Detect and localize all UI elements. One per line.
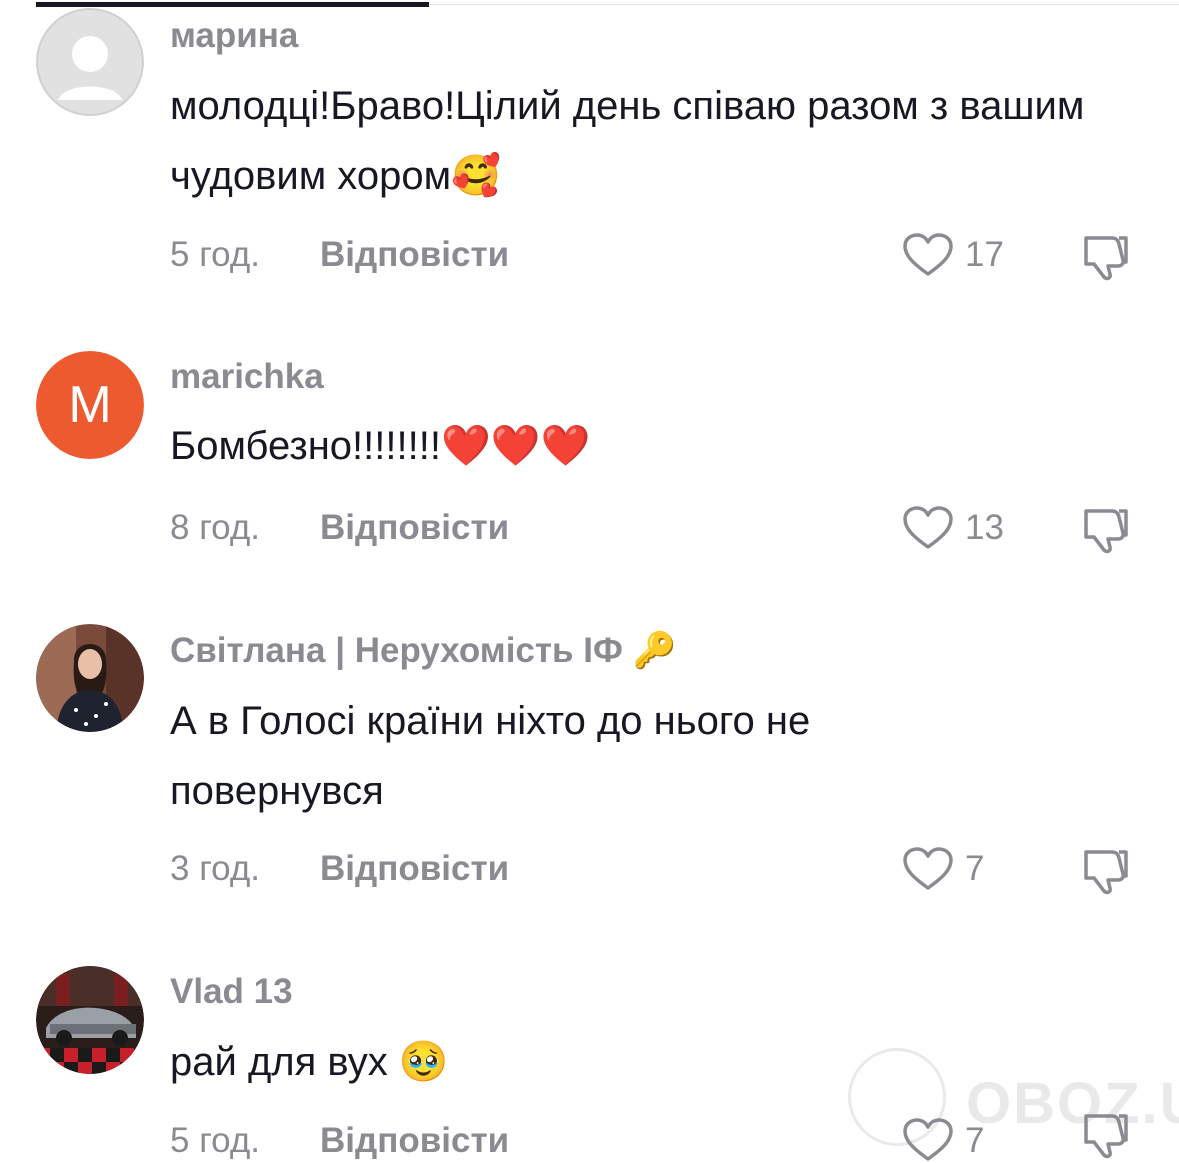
comment-username[interactable]: Vlad 13 <box>170 970 293 1014</box>
avatar[interactable] <box>36 624 144 732</box>
like-count: 13 <box>965 508 1004 547</box>
comment-time: 5 год. <box>170 235 261 274</box>
reply-button[interactable]: Відповісти <box>320 1119 509 1163</box>
profile-photo-icon <box>36 624 144 732</box>
comment-text: А в Голосі країни ніхто до нього не пове… <box>170 699 811 813</box>
default-user-icon <box>36 8 144 116</box>
comment-username[interactable]: marichka <box>170 355 324 399</box>
dislike-icon[interactable] <box>1080 844 1132 896</box>
profile-photo-icon <box>36 966 144 1074</box>
avatar[interactable] <box>36 8 144 116</box>
comment-time: 3 год. <box>170 849 261 888</box>
heart-icon[interactable] <box>902 232 954 278</box>
avatar-letter: M <box>68 376 112 434</box>
watermark-text: OBOZ.UA <box>966 1071 1179 1136</box>
avatar[interactable] <box>36 966 144 1074</box>
progress-bar-track <box>429 4 1179 5</box>
reply-button[interactable]: Відповісти <box>320 506 509 550</box>
watermark: OBOZ.UA <box>848 1048 1179 1148</box>
top-progress-bar <box>0 0 1179 8</box>
globe-logo-icon <box>848 1048 946 1146</box>
progress-bar-filled <box>36 2 429 7</box>
heart-icon[interactable] <box>902 846 954 892</box>
comment-text: молодці!Браво!Цілий день співаю разом з … <box>170 84 1085 198</box>
comment-time: 8 год. <box>170 508 261 547</box>
comment-text: Бомбезно!!!!!!!!❤️❤️❤️ <box>170 424 591 468</box>
dislike-icon[interactable] <box>1080 503 1132 555</box>
heart-icon[interactable] <box>902 505 954 551</box>
dislike-icon[interactable] <box>1080 230 1132 282</box>
avatar[interactable]: M <box>36 351 144 459</box>
reply-button[interactable]: Відповісти <box>320 847 509 891</box>
like-count: 17 <box>965 235 1004 274</box>
like-count: 7 <box>965 849 985 888</box>
comment-username[interactable]: Світлана | Нерухомість ІФ 🔑 <box>170 629 676 673</box>
comment-username[interactable]: марина <box>170 14 298 58</box>
reply-button[interactable]: Відповісти <box>320 233 509 277</box>
comment-time: 5 год. <box>170 1121 261 1160</box>
